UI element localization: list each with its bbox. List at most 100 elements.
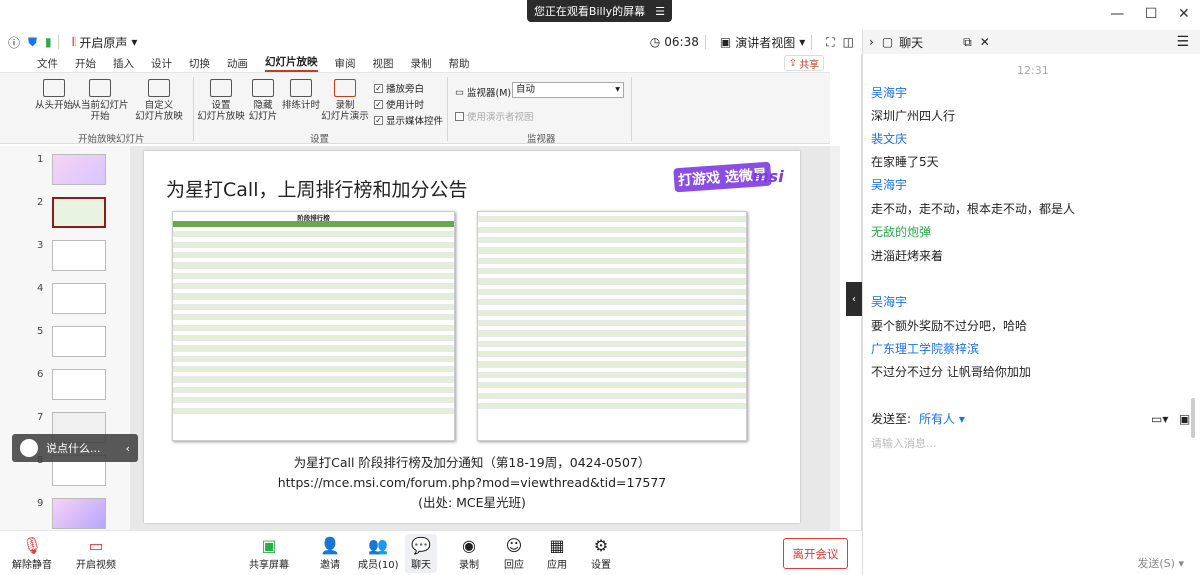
message-list: 12:31 吴海宇 深圳广州四人行 裴文庆 在家睡了5天 吴海宇 走不动，走不动… [863,58,1200,438]
minimize-icon[interactable]: — [1110,6,1124,22]
slide-thumbnail-selected[interactable] [52,197,106,228]
setup-icon [210,79,232,97]
slide-canvas: 为星打Call，上周排行榜和加分公告 打游戏 选微星 msi 阶段排行榜 为星打… [130,146,830,530]
quick-chat-placeholder: 说点什么... [46,442,101,455]
chevron-left-icon[interactable]: ‹ [126,442,130,455]
banner-text: 您正在观看Billy的屏幕 [533,5,646,18]
share-button[interactable]: ⇪ 共享 [784,55,824,71]
tab-view[interactable]: 视图 [373,56,394,71]
settings-button[interactable]: ⚙ 设置 [590,534,612,572]
menu-icon[interactable]: ☰ [1176,34,1189,50]
hide-slide-button[interactable]: 隐藏 幻灯片 [246,79,280,122]
send-to-select[interactable]: 所有人 ▾ [919,410,965,427]
slide-thumbnail[interactable] [52,154,106,185]
meeting-toolbar: ⓘ ⛊ ▮ 𝄃 开启原声 ▾ ◷ 06:38 ▣ 演讲者视图 ▾ ⛶ ◫ [0,30,862,54]
tab-file[interactable]: 文件 [37,56,58,71]
close-chat-icon[interactable]: ✕ [980,35,990,49]
chat-button[interactable]: 💬 聊天 [405,534,437,573]
presenter-view-button[interactable]: ▣ 演讲者视图 ▾ [720,34,805,51]
group-monitor-label: 监视器 [527,134,556,145]
send-button[interactable]: 发送(S) ▾ [1137,555,1184,571]
chat-time: 12:31 [1017,64,1049,77]
slide-thumbnail[interactable] [52,240,106,271]
send-to-row: 发送至: 所有人 ▾ ▭▾ ▣ [871,410,1190,427]
original-sound-button[interactable]: 𝄃 开启原声 ▾ [73,34,138,51]
share-screen-button[interactable]: ▣ 共享屏幕 [249,534,289,572]
audio-wave-icon: 𝄃 [72,34,76,49]
monitor-label: 监视器(M): [466,88,515,99]
chevron-right-icon[interactable]: › [869,35,874,49]
presenter-view-label: 演讲者视图 [735,35,796,50]
leave-meeting-button[interactable]: 离开会议 [783,538,848,569]
popout-icon[interactable]: ⧉ [963,35,972,50]
members-button[interactable]: 👥 成员(10) [358,534,399,572]
use-timing-label: 使用计时 [386,100,425,111]
fullscreen-icon[interactable]: ⛶ [826,35,834,50]
ribbon-divider [193,77,194,141]
checkbox-check-icon: ✓ [374,99,383,109]
close-icon[interactable]: ✕ [1178,6,1190,22]
custom-show-button[interactable]: 自定义 幻灯片放映 [133,79,185,122]
from-current-button[interactable]: 从当前幻灯片 开始 [72,79,129,122]
play-narration-checkbox[interactable]: ✓ 播放旁白 [374,81,424,95]
start-video-button[interactable]: ▭ 开启视频 [76,534,116,572]
menu-icon[interactable]: ☰ [655,5,665,18]
tab-design[interactable]: 设计 [151,56,172,71]
tab-home[interactable]: 开始 [75,56,96,71]
reaction-button[interactable]: ☺ 回应 [503,534,525,572]
table-rows [478,212,746,410]
group-start-label: 开始放映幻灯片 [78,134,145,145]
from-start-button[interactable]: 从头开始 [35,79,73,111]
tab-insert[interactable]: 插入 [113,56,134,71]
presenter-view-checkbox[interactable]: 使用演示者视图 [455,109,534,123]
tab-record[interactable]: 录制 [411,56,432,71]
message-text: 走不动，走不动，根本走不动，都是人 [871,202,1076,216]
apps-button[interactable]: ▦ 应用 [546,534,568,572]
thumb-number: 4 [37,283,44,294]
table-row [173,408,454,414]
show-controls-checkbox[interactable]: ✓ 显示媒体控件 [374,113,443,127]
monitor-select[interactable]: 自动 ▾ [512,82,624,98]
tab-slideshow[interactable]: 幻灯片放映 [265,54,318,72]
members-icon: 👥 [368,535,389,555]
group-setup-label: 设置 [310,134,330,145]
tab-transitions[interactable]: 切换 [189,56,210,71]
message-input[interactable]: 请输入消息... [871,435,937,451]
info-icon[interactable]: ⓘ [8,34,20,51]
quick-chat-overlay[interactable]: 说点什么... ‹ [12,434,138,462]
emoji-icon[interactable] [20,439,38,457]
unmute-button[interactable]: 🎙 解除静音 [12,534,52,572]
use-timing-checkbox[interactable]: ✓ 使用计时 [374,97,424,111]
tab-animations[interactable]: 动画 [227,56,248,71]
sidebar-toggle-icon[interactable]: ◫ [843,35,854,49]
file-icon[interactable]: ▭▾ [1151,412,1168,426]
tab-help[interactable]: 帮助 [449,56,470,71]
message-text: 深圳广州四人行 [871,109,956,123]
slide-thumbnail[interactable] [52,369,106,400]
slide-thumbnail[interactable] [52,326,106,357]
record-show-button[interactable]: 录制 幻灯片演示 [321,79,369,122]
send-to-value: 所有人 [919,412,956,426]
share-screen-icon: ▣ [261,535,277,555]
maximize-icon[interactable]: ☐ [1145,6,1158,22]
chat-title: 聊天 [899,35,924,50]
collapse-panel-icon[interactable]: ‹ [846,282,862,316]
play-narration-label: 播放旁白 [386,84,425,95]
archive-icon[interactable]: ▣ [1179,412,1190,426]
shield-icon[interactable]: ⛊ [28,35,37,50]
rehearse-button[interactable]: 排练计时 [281,79,321,111]
chat-icon: 💬 [411,535,431,555]
tab-review[interactable]: 审阅 [335,56,356,71]
thumb-number: 5 [37,326,44,337]
signal-icon: ▮ [45,35,52,49]
invite-button[interactable]: 👤 邀请 [319,534,341,572]
reaction-label: 回应 [504,560,524,571]
slide-thumbnail[interactable] [52,283,106,314]
slide-thumbnail[interactable] [52,498,106,529]
record-button[interactable]: ◉ 录制 [458,534,480,572]
vertical-scrollbar[interactable] [830,146,840,530]
logo-msi: msi [752,167,784,186]
setup-show-button[interactable]: 设置 幻灯片放映 [197,79,245,122]
chat-scrollbar[interactable] [1191,398,1195,438]
screen-share-banner: 您正在观看Billy的屏幕 ☰ [527,0,672,22]
